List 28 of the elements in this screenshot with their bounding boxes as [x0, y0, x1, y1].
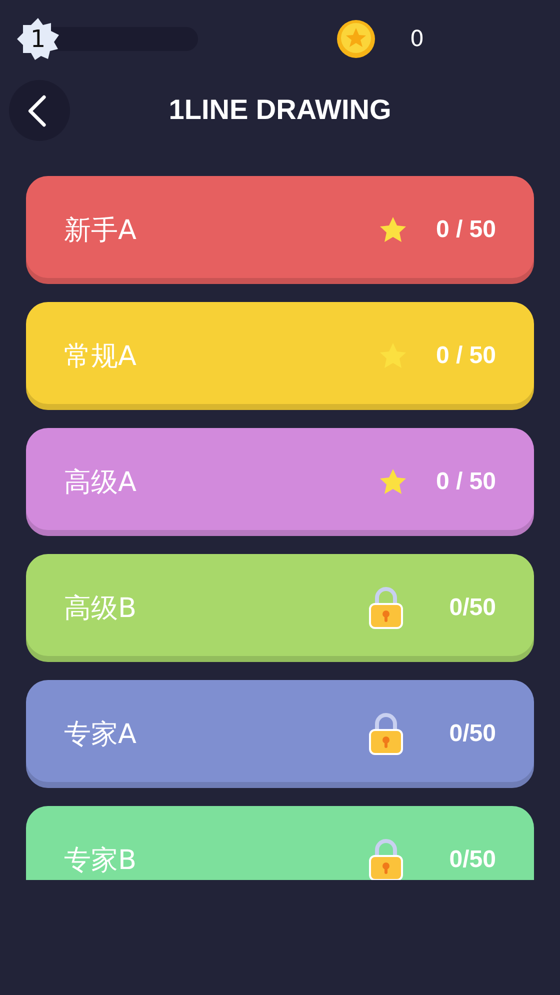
coin-icon: [336, 19, 376, 59]
level-card[interactable]: 专家B 0/50: [26, 806, 534, 880]
progress-count: 0/50: [448, 594, 496, 622]
coin-count: 0: [410, 26, 424, 52]
level-name: 专家B: [64, 844, 138, 878]
level-name: 专家A: [64, 718, 138, 752]
level-card[interactable]: 常规A 0 / 50: [26, 302, 534, 410]
progress-count: 0 / 50: [434, 468, 496, 496]
level-name: 新手A: [64, 214, 138, 248]
level-card[interactable]: 专家A 0/50: [26, 680, 534, 788]
star-icon: [378, 467, 408, 497]
progress-count: 0 / 50: [434, 342, 496, 370]
level-badge-icon: [16, 17, 60, 61]
level-card[interactable]: 新手A 0 / 50: [26, 176, 534, 284]
progress-count: 0/50: [448, 846, 496, 874]
level-name: 高级A: [64, 466, 138, 500]
progress-count: 0/50: [448, 720, 496, 748]
padlock-icon: [368, 838, 404, 880]
padlock-icon: [368, 586, 404, 630]
page-title: 1LINE DRAWING: [168, 94, 392, 126]
progress-count: 0 / 50: [434, 216, 496, 244]
level-name: 常规A: [64, 340, 138, 374]
level-name: 高级B: [64, 592, 138, 626]
level-number: 1: [29, 24, 47, 54]
padlock-icon: [368, 712, 404, 756]
level-card[interactable]: 高级B 0/50: [26, 554, 534, 662]
level-card[interactable]: 高级A 0 / 50: [26, 428, 534, 536]
star-icon: [378, 215, 408, 245]
